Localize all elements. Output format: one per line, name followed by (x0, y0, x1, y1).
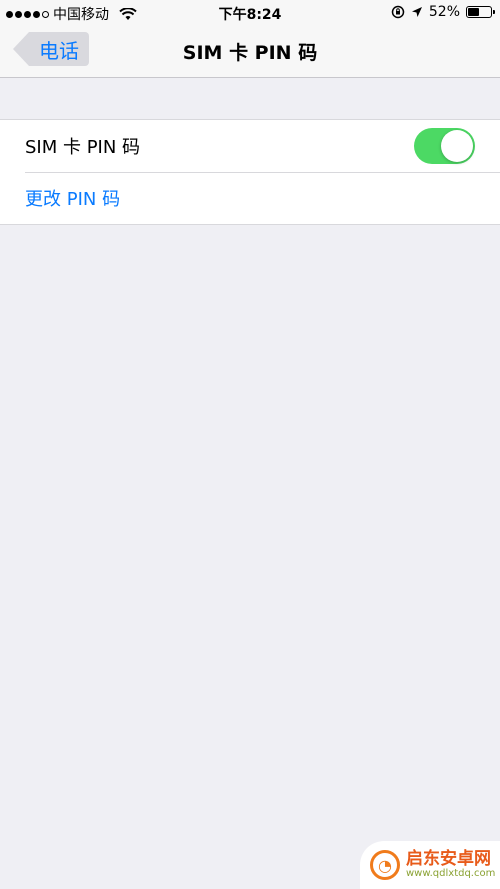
toggle-knob (441, 130, 473, 162)
location-arrow-icon (411, 7, 422, 17)
watermark-url: www.qdlxtdq.com (406, 867, 496, 879)
sim-pin-settings-group: SIM 卡 PIN 码 更改 PIN 码 (0, 119, 500, 225)
navigation-bar: 电话 SIM 卡 PIN 码 (0, 26, 500, 78)
change-pin-label: 更改 PIN 码 (25, 189, 121, 210)
rotation-lock-icon (391, 5, 405, 19)
battery-percent: 52% (428, 4, 460, 20)
watermark-logo-icon: ◔ (370, 850, 400, 880)
watermark: ◔ 启东安卓网 www.qdlxtdq.com (360, 841, 500, 889)
change-pin-row[interactable]: 更改 PIN 码 (0, 172, 500, 224)
sim-pin-toggle[interactable] (414, 128, 475, 164)
status-bar: 中国移动 下午8:24 52% (0, 0, 500, 26)
page-title: SIM 卡 PIN 码 (182, 42, 318, 64)
sim-pin-row: SIM 卡 PIN 码 (0, 120, 500, 172)
battery-fill (468, 8, 480, 16)
watermark-text: 启东安卓网 www.qdlxtdq.com (406, 848, 496, 879)
status-right: 52% (391, 4, 495, 20)
sim-pin-label: SIM 卡 PIN 码 (25, 137, 141, 158)
battery-tip (493, 10, 495, 14)
battery-icon (466, 6, 495, 18)
watermark-title: 启东安卓网 (406, 848, 491, 869)
